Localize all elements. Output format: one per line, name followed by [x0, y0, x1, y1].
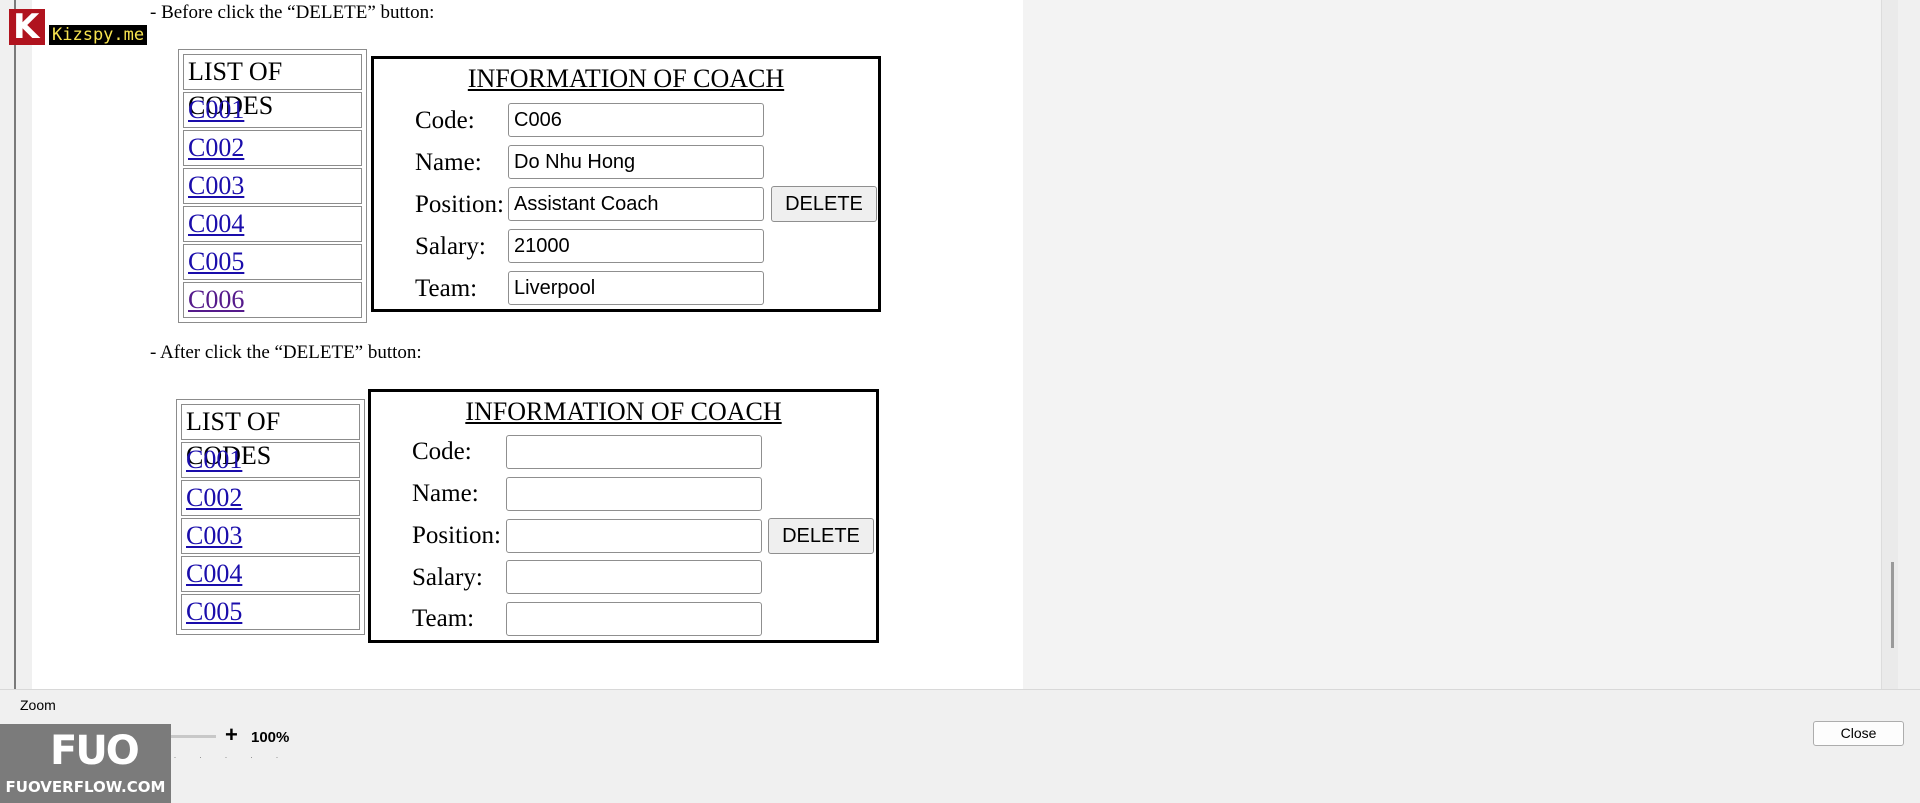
code-field[interactable] [508, 103, 764, 137]
caption-after: - After click the “DELETE” button: [150, 342, 422, 363]
team-field[interactable] [508, 271, 764, 305]
codes-list-after: LIST OF CODES C001 C002 C003 C004 C005 [176, 399, 365, 635]
viewer-background [1023, 0, 1881, 689]
code-link-c004[interactable]: C004 [188, 209, 244, 238]
code-label: Code: [415, 107, 475, 134]
close-button[interactable]: Close [1813, 721, 1904, 746]
name-field[interactable] [506, 477, 762, 511]
team-label: Team: [415, 275, 478, 302]
vertical-scrollbar[interactable] [1881, 0, 1898, 689]
salary-label: Salary: [412, 564, 483, 591]
position-field[interactable] [506, 519, 762, 553]
fuoverflow-text: FUOVERFLOW.COM [5, 778, 166, 796]
fuoverflow-watermark: FUO FUOVERFLOW.COM [0, 724, 171, 803]
position-field[interactable] [508, 187, 764, 221]
coach-info-before: INFORMATION OF COACH Code: Name: Positio… [371, 56, 881, 312]
code-link-c002[interactable]: C002 [188, 133, 244, 162]
code-field[interactable] [506, 435, 762, 469]
fuo-logo-icon: FUO [50, 728, 140, 774]
delete-button[interactable]: DELETE [768, 518, 874, 554]
codes-list-header: LIST OF CODES [181, 404, 360, 470]
code-link-c001[interactable]: C001 [186, 445, 242, 474]
code-label: Code: [412, 438, 472, 465]
kizspy-text: Kizspy.me [49, 25, 148, 45]
code-link-c001[interactable]: C001 [188, 95, 244, 124]
name-field[interactable] [508, 145, 764, 179]
salary-label: Salary: [415, 233, 486, 260]
zoom-in-button[interactable]: + [225, 722, 238, 748]
code-link-c006[interactable]: C006 [188, 285, 244, 314]
code-link-c005[interactable]: C005 [188, 247, 244, 276]
name-label: Name: [415, 149, 482, 176]
delete-button[interactable]: DELETE [771, 186, 877, 222]
window-left-border [14, 0, 16, 690]
info-title: INFORMATION OF COACH [467, 64, 785, 93]
salary-field[interactable] [506, 560, 762, 594]
code-link-c003[interactable]: C003 [186, 521, 242, 550]
code-link-c005[interactable]: C005 [186, 597, 242, 626]
zoom-value: 100% [251, 729, 290, 746]
info-title: INFORMATION OF COACH [465, 397, 782, 426]
panel-divider [0, 689, 1920, 690]
zoom-label: Zoom [20, 697, 56, 713]
position-label: Position: [412, 522, 501, 549]
position-label: Position: [415, 191, 504, 218]
codes-list-before: LIST OF CODES C001 C002 C003 C004 C005 C… [178, 49, 367, 323]
codes-list-header: LIST OF CODES [183, 54, 362, 120]
coach-info-after: INFORMATION OF COACH Code: Name: Positio… [368, 389, 879, 643]
k-logo-icon: K [9, 7, 45, 47]
scrollbar-thumb[interactable] [1891, 562, 1894, 648]
name-label: Name: [412, 480, 479, 507]
code-link-c004[interactable]: C004 [186, 559, 242, 588]
team-label: Team: [412, 605, 475, 632]
caption-before: - Before click the “DELETE” button: [150, 2, 435, 23]
code-link-c003[interactable]: C003 [188, 171, 244, 200]
salary-field[interactable] [508, 229, 764, 263]
code-link-c002[interactable]: C002 [186, 483, 242, 512]
team-field[interactable] [506, 602, 762, 636]
